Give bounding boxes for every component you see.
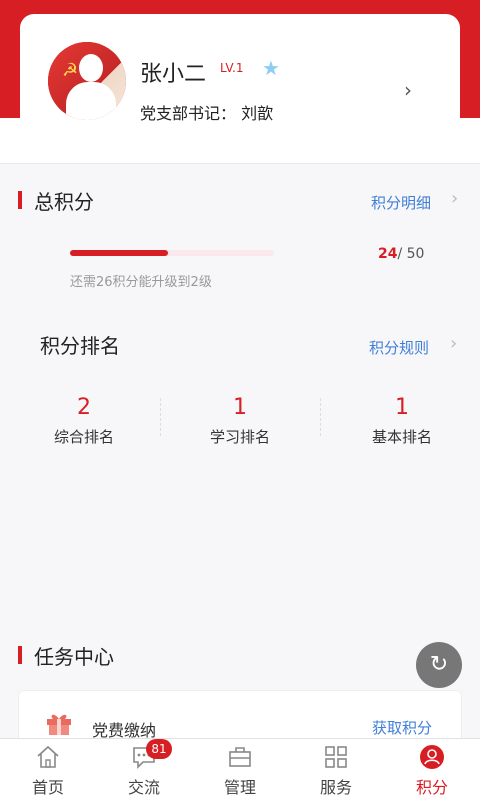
rank-label: 学习排名 <box>209 428 270 446</box>
upgrade-hint: 还需26积分能升级到2级 <box>70 275 212 290</box>
rank-label: 综合排名 <box>53 428 114 446</box>
star-icon: ★ <box>262 56 280 80</box>
tab-home[interactable]: 首页 <box>0 744 96 798</box>
chevron-right-icon[interactable]: › <box>451 188 458 209</box>
emblem-icon: ☭ <box>62 60 79 81</box>
tab-service[interactable]: 服务 <box>288 744 384 798</box>
points-max: / 50 <box>397 246 425 262</box>
home-icon <box>37 745 59 768</box>
tab-label: 交流 <box>127 778 160 797</box>
total-points-title: 总积分 <box>34 190 94 214</box>
refresh-button[interactable]: ↻ <box>416 642 462 688</box>
rank-label: 基本排名 <box>371 428 432 446</box>
divider <box>0 163 480 164</box>
rank-value: 1 <box>395 395 409 420</box>
tab-manage[interactable]: 管理 <box>192 744 288 798</box>
gift-icon <box>47 714 71 735</box>
unread-badge: 81 <box>146 739 172 759</box>
avatar[interactable]: ☭ <box>48 42 126 120</box>
tab-points[interactable]: 积分 <box>384 744 480 798</box>
chevron-right-icon[interactable]: › <box>450 333 457 354</box>
points-progress-fill <box>70 250 168 256</box>
points-detail-link[interactable]: 积分明细 <box>371 192 431 213</box>
tab-label: 首页 <box>31 778 64 797</box>
ranking-title: 积分排名 <box>40 334 120 358</box>
points-progress-bar <box>70 250 274 256</box>
user-name: 张小二 <box>140 62 207 87</box>
points-current: 24 <box>378 246 398 262</box>
get-points-link[interactable]: 获取积分 <box>372 717 432 738</box>
refresh-icon: ↻ <box>429 652 449 677</box>
section-marker <box>18 646 22 664</box>
user-icon <box>420 745 444 769</box>
tab-chat[interactable]: 交流 <box>96 744 192 798</box>
rank-value: 2 <box>77 395 91 420</box>
points-rules-link[interactable]: 积分规则 <box>369 337 429 358</box>
divider <box>320 398 321 436</box>
tab-label: 管理 <box>223 778 256 797</box>
content-sheet <box>0 118 480 164</box>
tab-label: 积分 <box>415 778 448 797</box>
level-badge: LV.1 <box>220 61 244 75</box>
section-marker <box>18 191 22 209</box>
rank-study[interactable]: 1 学习排名 <box>160 395 320 447</box>
chevron-right-icon[interactable]: › <box>404 78 412 102</box>
rank-basic[interactable]: 1 基本排名 <box>322 395 480 447</box>
tab-label: 服务 <box>319 778 352 797</box>
user-role: 党支部书记： 刘歆 <box>140 104 274 123</box>
task-center-title: 任务中心 <box>34 645 114 669</box>
grid-icon <box>325 746 347 768</box>
points-score: 24/ 50 <box>378 246 424 262</box>
rank-value: 1 <box>233 395 247 420</box>
briefcase-icon <box>229 747 251 767</box>
rank-overall[interactable]: 2 综合排名 <box>4 395 164 447</box>
avatar-body <box>66 82 116 120</box>
avatar-head <box>79 54 103 82</box>
